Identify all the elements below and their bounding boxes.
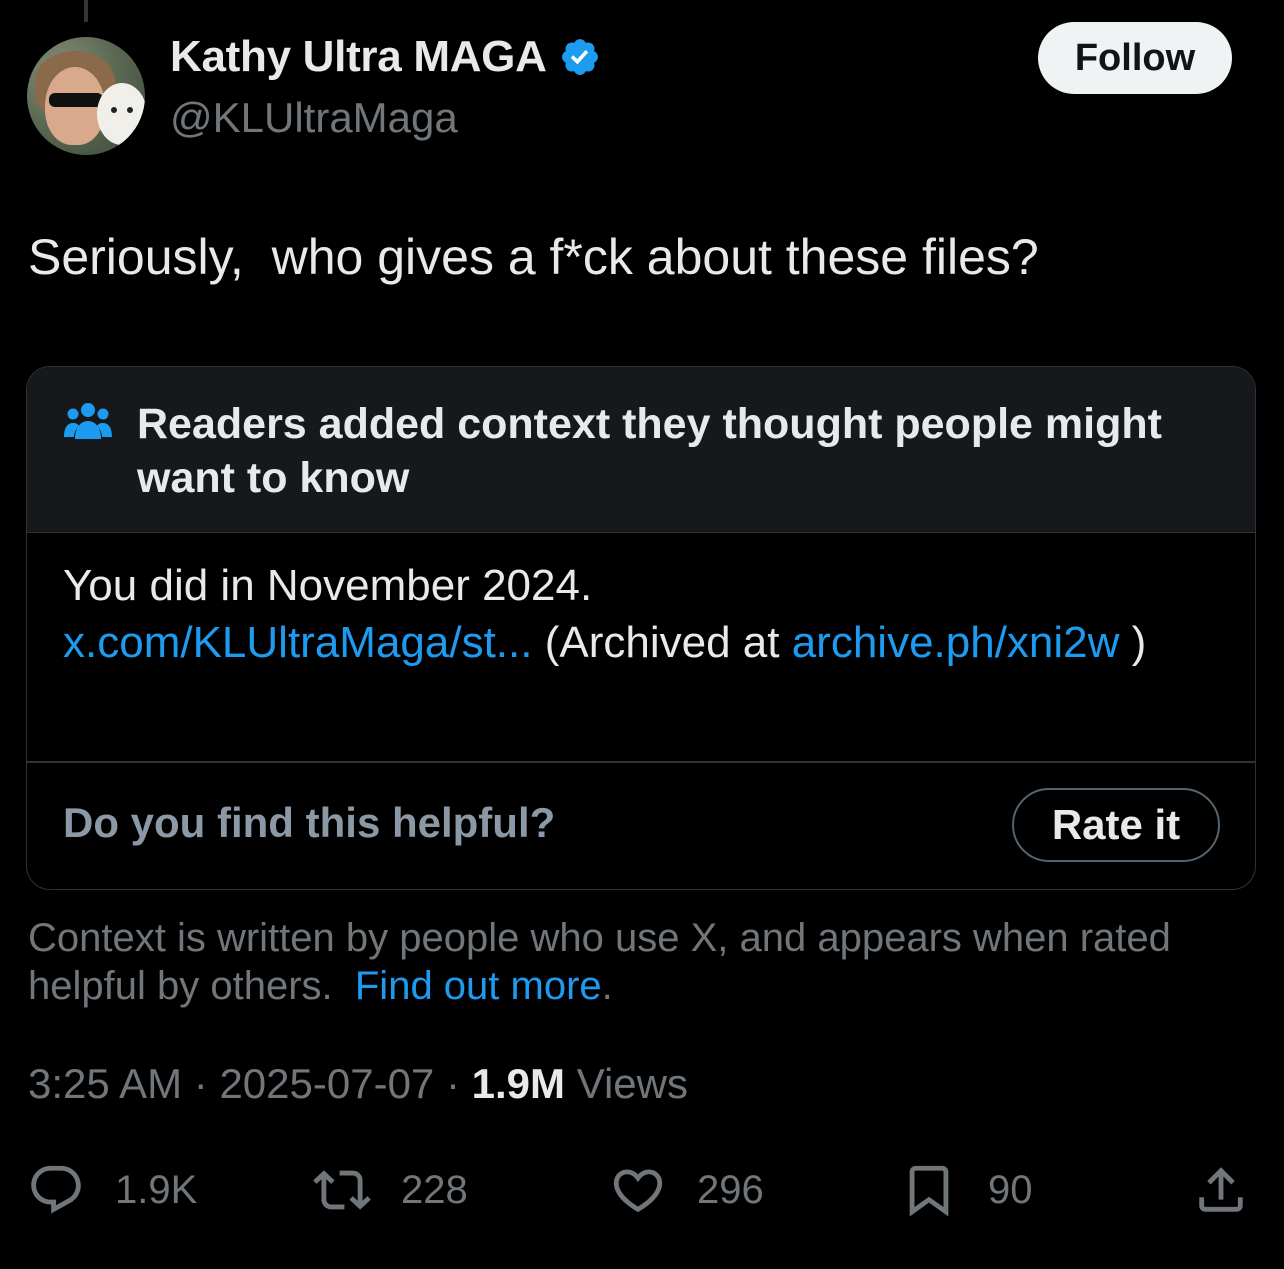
context-info-suffix: . xyxy=(601,964,613,1008)
views-count: 1.9M xyxy=(471,1060,566,1107)
find-out-more-link[interactable]: Find out more xyxy=(355,964,602,1008)
note-link-archive[interactable]: archive.ph/xni2w xyxy=(792,618,1120,667)
avatar-dog xyxy=(97,83,145,145)
meta-separator: · xyxy=(445,1060,460,1107)
tweet-time[interactable]: 3:25 AM xyxy=(28,1060,182,1107)
avatar[interactable] xyxy=(27,37,145,155)
community-note-header: Readers added context they thought peopl… xyxy=(27,367,1255,533)
note-body-text: You did in November 2024. xyxy=(63,561,593,610)
note-body-text: ) xyxy=(1119,618,1147,667)
views-label: Views xyxy=(576,1060,688,1107)
reply-button[interactable]: 1.9K xyxy=(27,1160,197,1220)
community-note-title: Readers added context they thought peopl… xyxy=(137,400,1162,502)
thread-connector-line xyxy=(84,0,88,22)
tweet-text: Seriously, who gives a f*ck about these … xyxy=(28,229,1039,285)
follow-button[interactable]: Follow xyxy=(1038,22,1232,94)
community-note-body: You did in November 2024. x.com/KLUltraMa… xyxy=(63,557,1223,671)
repost-icon xyxy=(313,1170,371,1210)
avatar-sunglasses xyxy=(49,93,103,107)
people-icon xyxy=(64,403,112,439)
tweet-meta: 3:25 AM · 2025-07-07 · 1.9M Views xyxy=(28,1060,688,1108)
rate-it-button[interactable]: Rate it xyxy=(1012,788,1220,862)
share-button[interactable] xyxy=(1192,1160,1250,1220)
repost-count: 228 xyxy=(401,1167,468,1212)
like-count: 296 xyxy=(697,1167,764,1212)
author-name-row[interactable]: Kathy Ultra MAGA xyxy=(170,32,601,82)
like-button[interactable]: 296 xyxy=(609,1160,764,1220)
bookmark-button[interactable]: 90 xyxy=(900,1160,1033,1220)
community-note-card: Readers added context they thought peopl… xyxy=(26,366,1256,890)
reply-icon xyxy=(31,1165,81,1214)
divider xyxy=(27,761,1255,763)
avatar-dog-eye xyxy=(111,107,117,113)
tweet-date[interactable]: 2025-07-07 xyxy=(219,1060,434,1107)
bookmark-icon xyxy=(909,1165,949,1217)
bookmark-count: 90 xyxy=(988,1167,1033,1212)
author-handle[interactable]: @KLUltraMaga xyxy=(170,94,458,142)
author-display-name[interactable]: Kathy Ultra MAGA xyxy=(170,32,547,82)
helpful-question: Do you find this helpful? xyxy=(63,799,556,846)
heart-icon xyxy=(613,1169,663,1213)
repost-button[interactable]: 228 xyxy=(313,1160,468,1220)
share-icon xyxy=(1199,1167,1243,1212)
reply-count: 1.9K xyxy=(115,1167,198,1212)
context-info: Context is written by people who use X, … xyxy=(28,914,1248,1010)
note-body-text: (Archived at xyxy=(532,618,792,667)
avatar-dog-eye xyxy=(127,107,133,113)
note-link-tweet[interactable]: x.com/KLUltraMaga/st... xyxy=(63,618,532,667)
verified-badge-icon xyxy=(561,39,598,75)
meta-separator: · xyxy=(193,1060,208,1107)
